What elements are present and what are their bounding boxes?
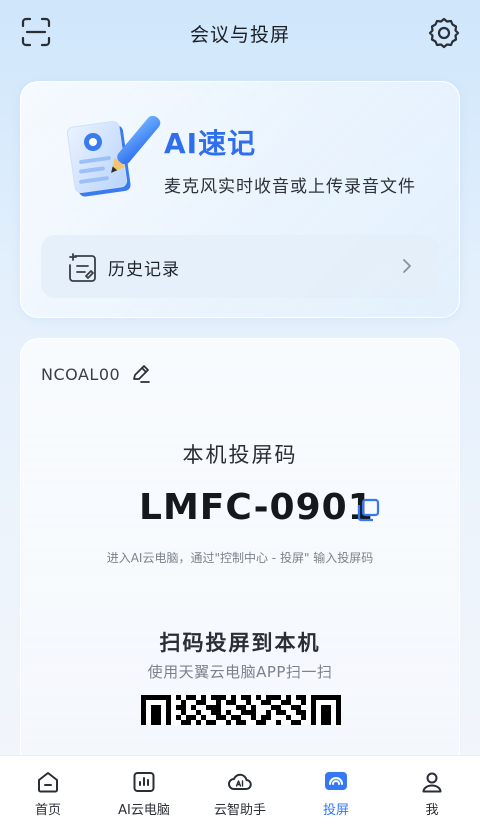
nav-item-cast[interactable]: 投屏 (288, 756, 384, 826)
history-label: 历史记录 (108, 260, 180, 280)
nav-item-assistant[interactable]: 云智助手 (192, 756, 288, 826)
edit-icon[interactable] (131, 364, 151, 384)
projection-hint: 进入AI云电脑，通过"控制中心 - 投屏" 输入投屏码 (106, 551, 374, 565)
nav-label-cast: 投屏 (322, 803, 349, 818)
history-button[interactable]: 历史记录 (41, 235, 439, 298)
ai-notes-title: AI速记 (164, 127, 257, 160)
qr-code (141, 695, 341, 725)
nav-label-assistant: 云智助手 (213, 803, 266, 818)
nav-label-home: 首页 (34, 803, 61, 818)
gear-icon[interactable] (427, 16, 461, 50)
device-name: NCOAL00 (41, 365, 121, 384)
projection-card: NCOAL00 本机投屏码 LMFC-0901 进入AI云电脑，通过"控制中心 … (20, 338, 460, 768)
scan-title: 扫码投屏到本机 (159, 631, 321, 655)
nav-item-home[interactable]: 首页 (0, 756, 96, 826)
page-title: 会议与投屏 (189, 24, 290, 46)
chevron-right-icon (401, 258, 413, 274)
nav-label-ai-computer: AI云电脑 (118, 803, 170, 818)
home-icon (36, 770, 60, 794)
ai-notes-illustration (65, 115, 167, 206)
nav-label-me: 我 (425, 803, 439, 818)
scan-subtitle: 使用天翼云电脑APP扫一扫 (147, 663, 333, 681)
nav-item-ai-computer[interactable]: AI云电脑 (96, 756, 192, 826)
history-icon (67, 251, 97, 283)
bottom-nav: 首页 AI云电脑 云智助手 投屏 我 (0, 755, 480, 826)
user-icon (420, 770, 444, 794)
projection-code: LMFC-0901 (139, 487, 374, 528)
copy-icon[interactable] (355, 497, 381, 523)
ai-notes-subtitle: 麦克风实时收音或上传录音文件 (164, 177, 416, 197)
chart-icon (132, 770, 156, 794)
top-bar: 会议与投屏 (0, 0, 480, 66)
ai-cloud-icon (228, 770, 252, 794)
projection-code-title: 本机投屏码 (182, 443, 298, 467)
cast-icon (324, 770, 348, 794)
ai-notes-card[interactable]: AI速记 麦克风实时收音或上传录音文件 历史记录 (20, 81, 460, 318)
nav-item-me[interactable]: 我 (384, 756, 480, 826)
